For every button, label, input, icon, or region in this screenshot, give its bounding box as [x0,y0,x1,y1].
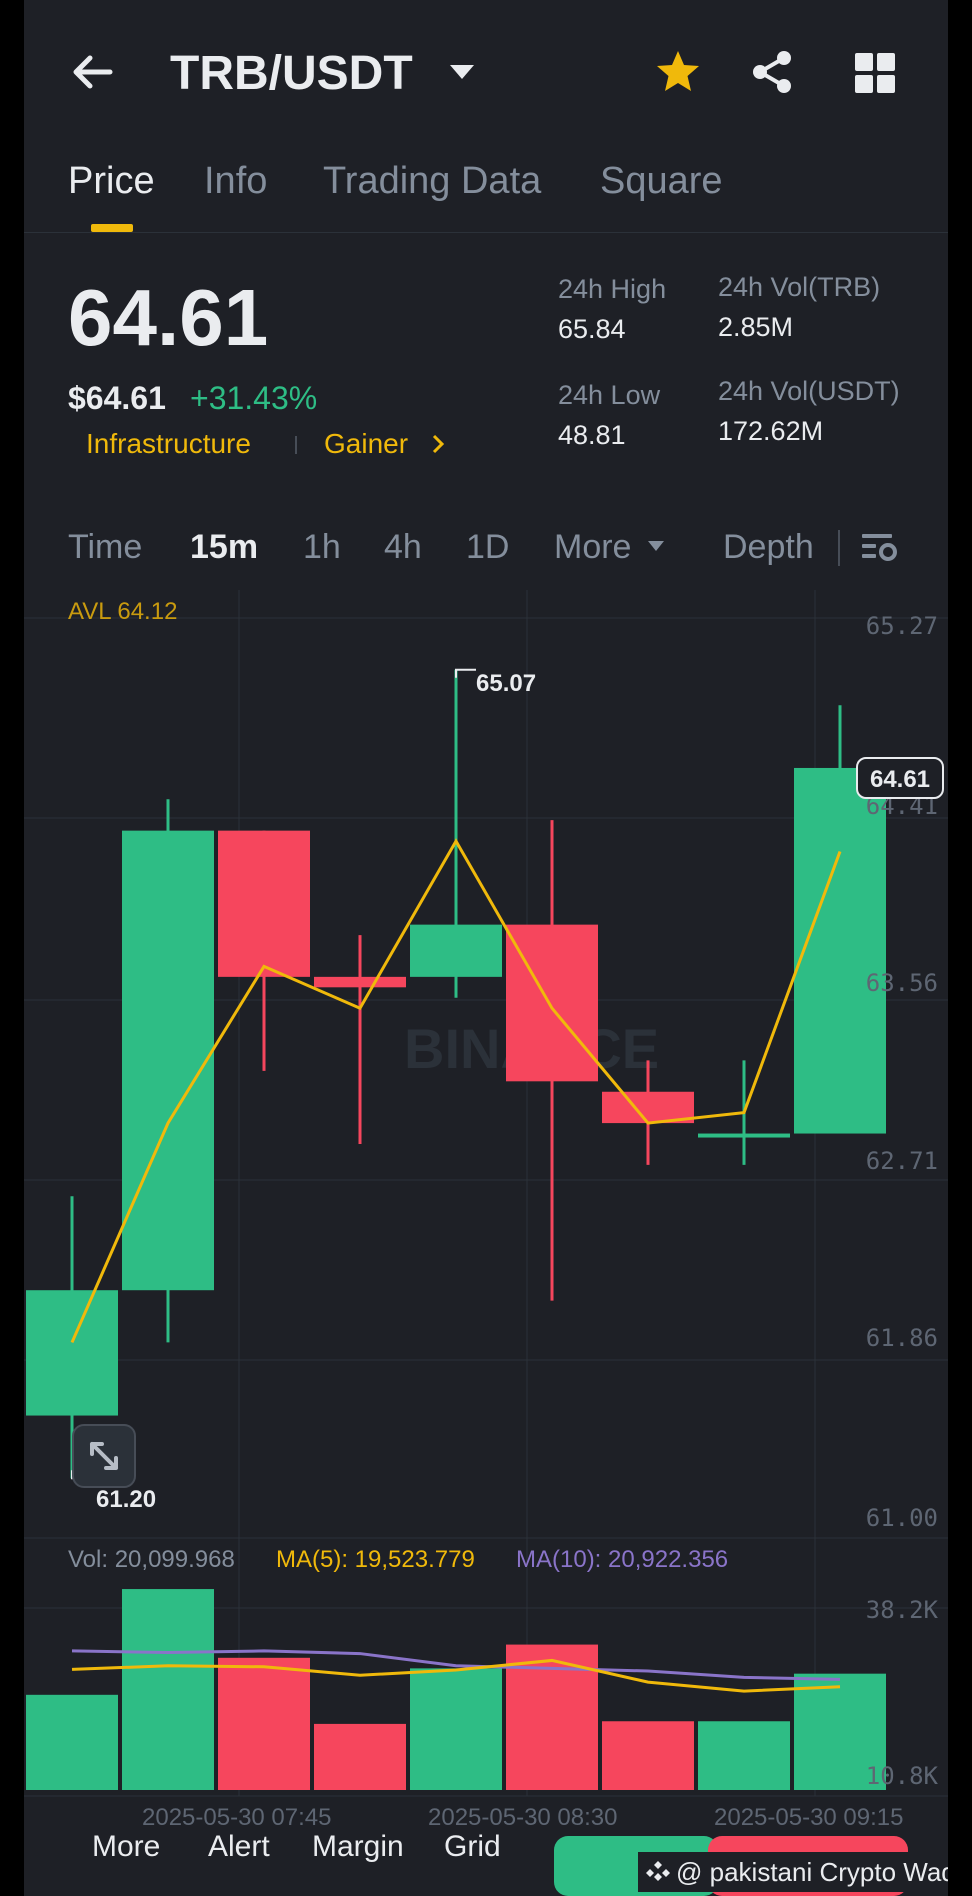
volume-bar [410,1668,502,1790]
volume-bar [698,1721,790,1790]
x-axis-label-3: 2025-05-30 09:15 [714,1804,904,1831]
candle-body [314,976,406,988]
ma5-label: MA(5): 19,523.779 [276,1546,475,1573]
current-price-tag: 64.61 [856,757,944,799]
candle-body [218,830,310,977]
tab-active-indicator [91,224,133,232]
volume-bar [218,1657,310,1790]
avl-label: AVL 64.12 [68,598,178,625]
timeframe-time[interactable]: Time [68,528,142,567]
tabs-vertical-separator [838,530,840,566]
pair-title[interactable]: TRB/USDT [170,46,413,101]
price-axis-tick: 62.71 [865,1146,938,1175]
back-button[interactable] [68,48,116,96]
tab-trading-data[interactable]: Trading Data [323,160,541,203]
vol-usdt-value: 172.62M [718,416,824,446]
low-label: 24h Low [558,380,661,410]
candle-body [410,924,502,977]
vol-trb-value: 2.85M [718,312,794,342]
tag-gainer[interactable]: Gainer [324,428,408,460]
back-arrow-icon [73,55,113,89]
timeframe-1h[interactable]: 1h [303,528,341,567]
volume-bar [602,1721,694,1790]
x-axis-label-1: 2025-05-30 07:45 [142,1804,332,1831]
price-axis-tick: 61.00 [865,1504,938,1532]
share-icon[interactable] [748,48,796,101]
tab-info[interactable]: Info [204,160,267,203]
favorite-star-icon[interactable] [654,48,702,101]
candle-body [698,1133,790,1138]
tab-price[interactable]: Price [68,160,155,203]
low-value: 48.81 [558,420,626,450]
min-price-label: 61.20 [96,1486,157,1513]
ma10-label: MA(10): 20,922.356 [516,1546,729,1573]
timeframe-more[interactable]: More [554,528,631,567]
grid-menu-icon[interactable] [854,52,896,99]
tab-square[interactable]: Square [600,160,723,203]
vol-label: Vol: 20,099.968 [68,1546,235,1573]
bottom-more-button[interactable]: More [92,1830,160,1864]
timeframe-1d[interactable]: 1D [466,528,509,567]
candle-body [794,767,886,1134]
volume-bar [26,1694,118,1790]
candlestick-chart[interactable]: BINANCE [24,590,948,1806]
vol-usdt-label: 24h Vol(USDT) [718,376,900,406]
high-label: 24h High [558,274,667,304]
tabs-divider [24,232,948,233]
candle-body [26,1290,118,1416]
price-axis-tick: 61.86 [865,1324,938,1353]
tag-separator [295,436,297,454]
price-change: +31.43% [190,380,318,416]
vol-axis-min: 10.8K [865,1762,938,1790]
max-price-leader [455,668,476,678]
usd-price: $64.61 [68,380,166,416]
timeframe-15m[interactable]: 15m [190,528,258,567]
credit-badge: @ pakistani Crypto Waq... [638,1852,948,1892]
vol-trb-label: 24h Vol(TRB) [718,272,881,302]
bottom-alert-button[interactable]: Alert [208,1830,270,1864]
x-axis-label-2: 2025-05-30 08:30 [428,1804,618,1831]
chart-settings-icon[interactable] [860,528,900,573]
volume-bar [314,1723,406,1790]
bottom-margin-button[interactable]: Margin [312,1830,404,1864]
chevron-right-icon[interactable] [430,432,446,461]
binance-logo-icon [646,1861,670,1881]
high-value: 65.84 [558,314,626,344]
expand-chart-button[interactable] [72,1424,136,1488]
app-window: TRB/USDT Price Info Trading Data Square … [24,0,948,1896]
bottom-grid-button[interactable]: Grid [444,1830,501,1864]
vol-axis-max: 38.2K [865,1596,938,1624]
last-price: 64.61 [68,273,269,362]
pair-dropdown-icon[interactable] [448,62,476,87]
depth-tab[interactable]: Depth [723,528,814,567]
tag-infrastructure[interactable]: Infrastructure [86,428,251,460]
price-axis-tick: 65.27 [865,612,938,640]
more-dropdown-icon[interactable] [647,539,665,558]
expand-icon [90,1442,118,1470]
candle-body [122,830,214,1291]
price-axis-tick: 63.56 [865,969,938,998]
credit-text: @ pakistani Crypto Waq... [676,1856,948,1887]
max-price-label: 65.07 [476,670,537,697]
candle-body [506,924,598,1082]
volume-bar [122,1589,214,1790]
timeframe-4h[interactable]: 4h [384,528,422,567]
